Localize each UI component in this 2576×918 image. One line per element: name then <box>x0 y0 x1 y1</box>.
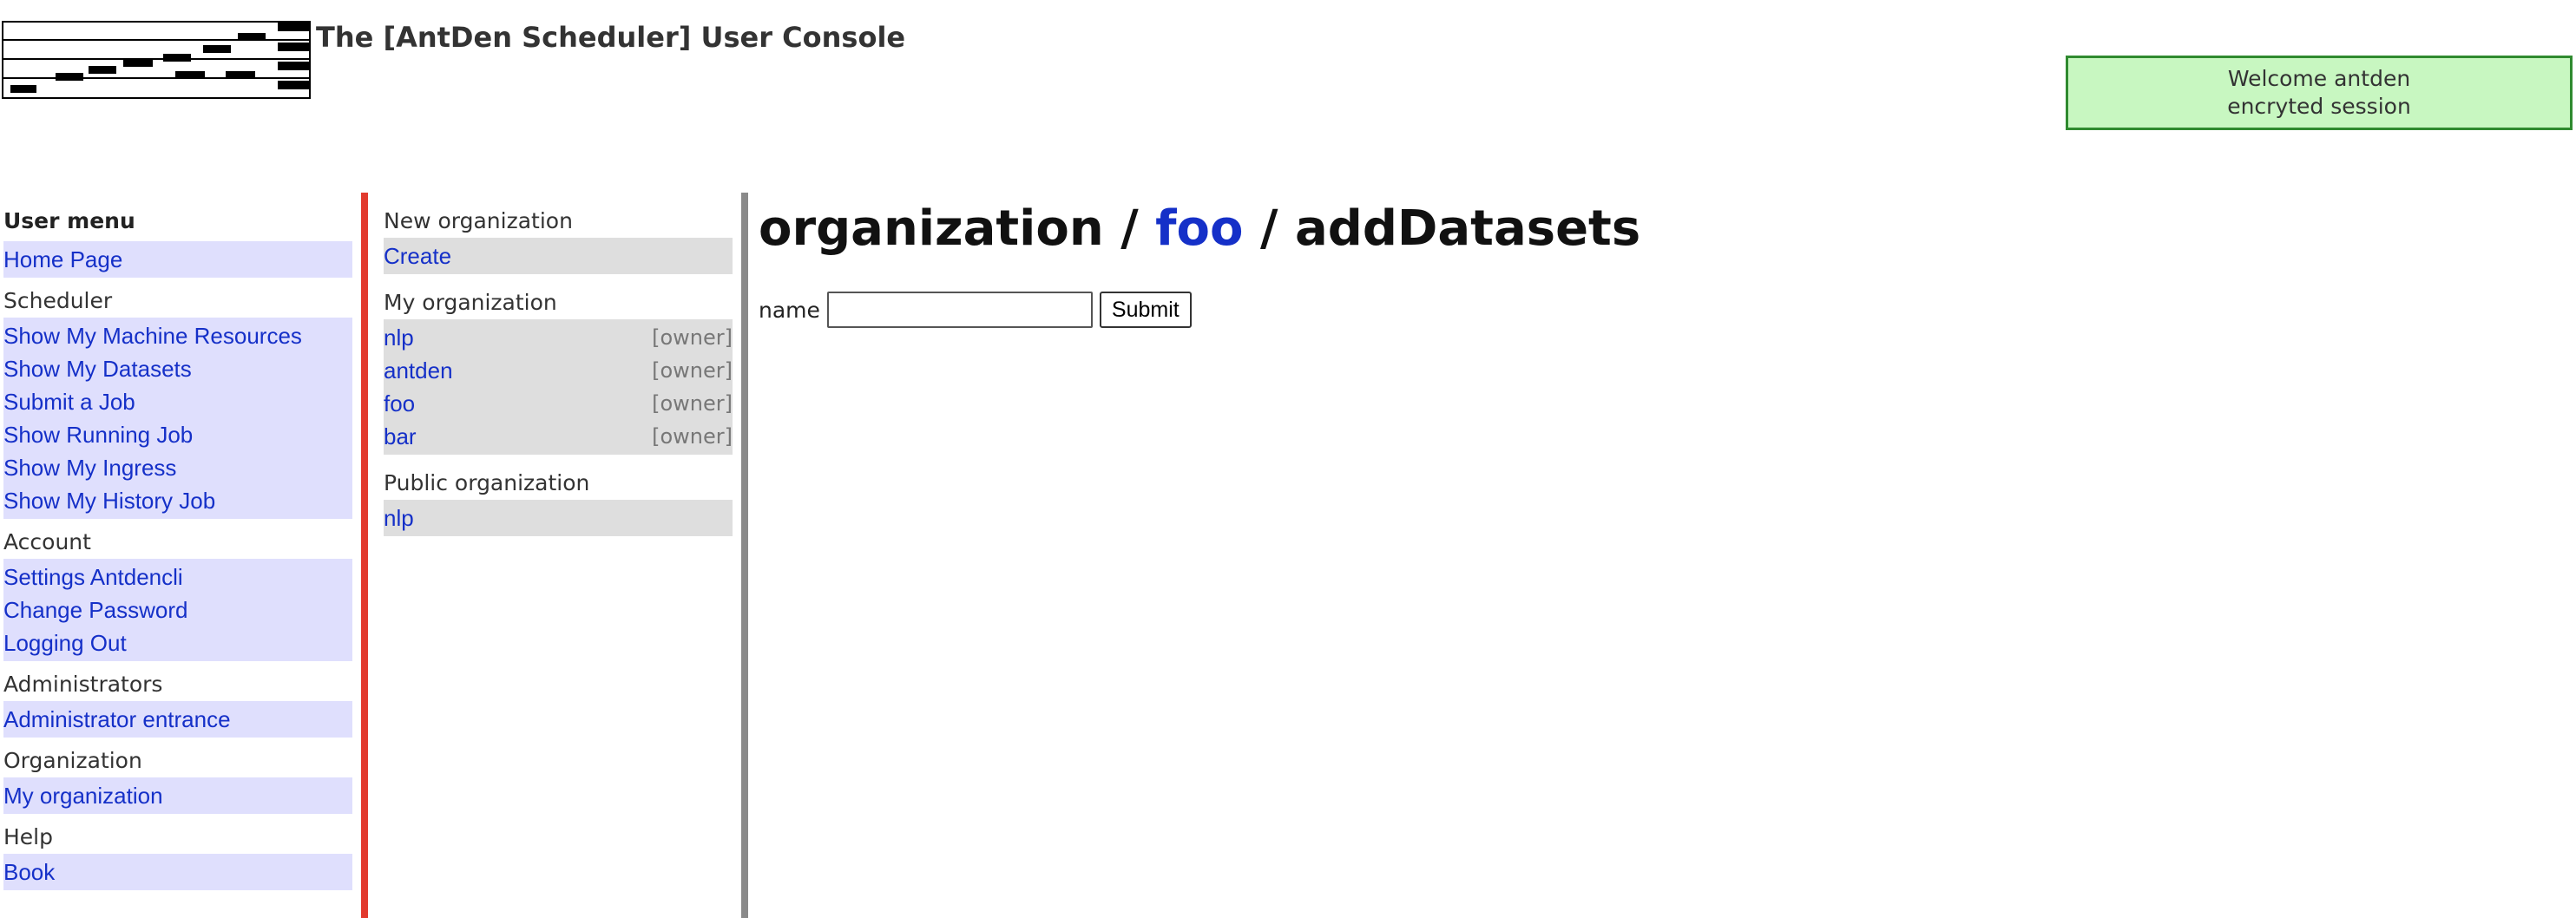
new-organization-heading: New organization <box>384 208 573 233</box>
home-group: Home Page <box>3 241 352 278</box>
scheduler-gantt-logo <box>2 21 311 99</box>
account-links: Settings Antdencli Change Password Loggi… <box>3 559 352 661</box>
my-organization-link[interactable]: My organization <box>3 779 352 812</box>
submit-button[interactable]: Submit <box>1099 292 1192 328</box>
administrators-heading: Administrators <box>3 672 163 697</box>
my-organization-heading: My organization <box>384 290 557 315</box>
name-label: name <box>759 297 820 323</box>
app-title: The [AntDen Scheduler] User Console <box>316 21 906 54</box>
org-name: nlp <box>384 505 414 531</box>
home-page-link[interactable]: Home Page <box>3 243 352 276</box>
administrator-entrance-link[interactable]: Administrator entrance <box>3 703 352 736</box>
org-role: [owner] <box>652 358 733 383</box>
new-organization-box: Create <box>384 238 733 274</box>
show-ingress-link[interactable]: Show My Ingress <box>3 451 352 484</box>
create-label: Create <box>384 243 452 269</box>
logout-link[interactable]: Logging Out <box>3 626 352 659</box>
public-organization-heading: Public organization <box>384 470 590 495</box>
org-role: [owner] <box>652 424 733 449</box>
show-machine-resources-link[interactable]: Show My Machine Resources <box>3 319 352 352</box>
panel-divider <box>741 193 748 918</box>
main-content: organization / foo / addDatasets <box>759 194 1640 264</box>
breadcrumb-separator: / <box>1120 200 1139 257</box>
book-link[interactable]: Book <box>3 856 352 888</box>
org-role: [owner] <box>652 325 733 350</box>
create-organization-link[interactable]: Create <box>384 239 733 272</box>
user-menu: User menu Home Page Scheduler Show My Ma… <box>3 205 352 890</box>
org-name: nlp <box>384 325 414 351</box>
my-organization-list: nlp [owner] antden [owner] foo [owner] b… <box>384 319 733 455</box>
org-row-nlp[interactable]: nlp [owner] <box>384 321 733 354</box>
org-name: antden <box>384 357 453 384</box>
org-row-foo[interactable]: foo [owner] <box>384 387 733 420</box>
organization-heading: Organization <box>3 748 142 773</box>
breadcrumb-add-datasets: addDatasets <box>1294 200 1641 257</box>
org-name: bar <box>384 423 417 449</box>
help-links: Book <box>3 854 352 890</box>
organization-panel: New organization Create My organization … <box>384 205 733 548</box>
welcome-user: Welcome antden <box>2227 66 2411 91</box>
breadcrumb-foo-link[interactable]: foo <box>1155 200 1243 257</box>
public-org-row-nlp[interactable]: nlp <box>384 502 733 534</box>
breadcrumb-separator: / <box>1259 200 1278 257</box>
name-input[interactable] <box>826 292 1093 328</box>
breadcrumb-organization: organization <box>759 200 1104 257</box>
sidebar-divider <box>361 193 368 918</box>
org-row-antden[interactable]: antden [owner] <box>384 354 733 387</box>
welcome-box: Welcome antden encryted session <box>2066 56 2573 130</box>
submit-job-link[interactable]: Submit a Job <box>3 385 352 418</box>
administrators-links: Administrator entrance <box>3 701 352 738</box>
show-datasets-link[interactable]: Show My Datasets <box>3 352 352 385</box>
add-dataset-form: name Submit <box>759 292 1192 328</box>
public-organization-list: nlp <box>384 500 733 536</box>
organization-links: My organization <box>3 777 352 814</box>
scheduler-heading: Scheduler <box>3 288 113 313</box>
org-name: foo <box>384 390 416 416</box>
show-running-job-link[interactable]: Show Running Job <box>3 418 352 451</box>
org-role: [owner] <box>652 391 733 416</box>
page-title: organization / foo / addDatasets <box>759 194 1640 264</box>
session-status: encryted session <box>2227 94 2411 119</box>
help-heading: Help <box>3 824 53 849</box>
account-heading: Account <box>3 529 91 554</box>
show-history-job-link[interactable]: Show My History Job <box>3 484 352 517</box>
user-menu-title: User menu <box>3 208 135 233</box>
settings-antdencli-link[interactable]: Settings Antdencli <box>3 561 352 593</box>
scheduler-links: Show My Machine Resources Show My Datase… <box>3 318 352 519</box>
change-password-link[interactable]: Change Password <box>3 593 352 626</box>
org-row-bar[interactable]: bar [owner] <box>384 420 733 453</box>
